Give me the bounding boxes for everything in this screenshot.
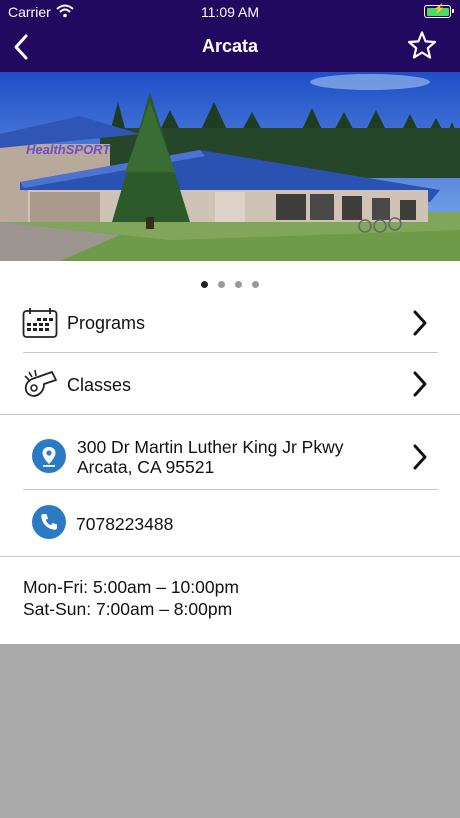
page-dot[interactable] [218,281,225,288]
page-dot[interactable] [252,281,259,288]
hours-weekend: Sat-Sun: 7:00am – 8:00pm [23,599,233,619]
menu-row-programs[interactable]: Programs [0,299,460,353]
address-row[interactable]: 300 Dr Martin Luther King Jr Pkwy Arcata… [0,415,460,489]
address-line2: Arcata, CA 95521 [77,457,215,477]
building-image: HealthSPORT [0,72,460,261]
divider [0,556,460,557]
empty-footer-area [0,644,460,818]
location-icon [32,439,66,473]
page-dot[interactable] [235,281,242,288]
facility-photo[interactable]: HealthSPORT [0,72,460,261]
address-line1: 300 Dr Martin Luther King Jr Pkwy [77,437,344,457]
battery-icon: ⚡ [424,4,454,18]
chevron-right-icon [413,371,427,397]
favorite-star-button[interactable] [406,30,438,62]
page-title: Arcata [201,36,259,56]
hours-weekday: Mon-Fri: 5:00am – 10:00pm [23,577,239,597]
status-bar: Carrier 11:09 AM ⚡ [0,0,460,24]
page-dot[interactable] [201,281,208,288]
phone-number[interactable]: 7078223488 [76,514,173,535]
nav-header: Carrier 11:09 AM ⚡ Arcata [0,0,460,72]
whistle-icon [24,369,57,397]
menu-label-programs: Programs [67,313,146,333]
chevron-right-icon [413,310,427,336]
phone-row[interactable]: 7078223488 [0,490,460,556]
chevron-right-icon [413,444,427,470]
calendar-icon [22,308,58,338]
menu-label-classes: Classes [67,375,132,395]
status-time: 11:09 AM [200,4,260,20]
menu-row-classes[interactable]: Classes [0,353,460,413]
carousel-page-indicator[interactable] [0,275,460,288]
phone-icon [32,505,66,539]
sign-text: HealthSPORT [26,142,111,157]
detail-panel: Programs Classes 300 Dr Martin Luther Ki… [0,261,460,644]
